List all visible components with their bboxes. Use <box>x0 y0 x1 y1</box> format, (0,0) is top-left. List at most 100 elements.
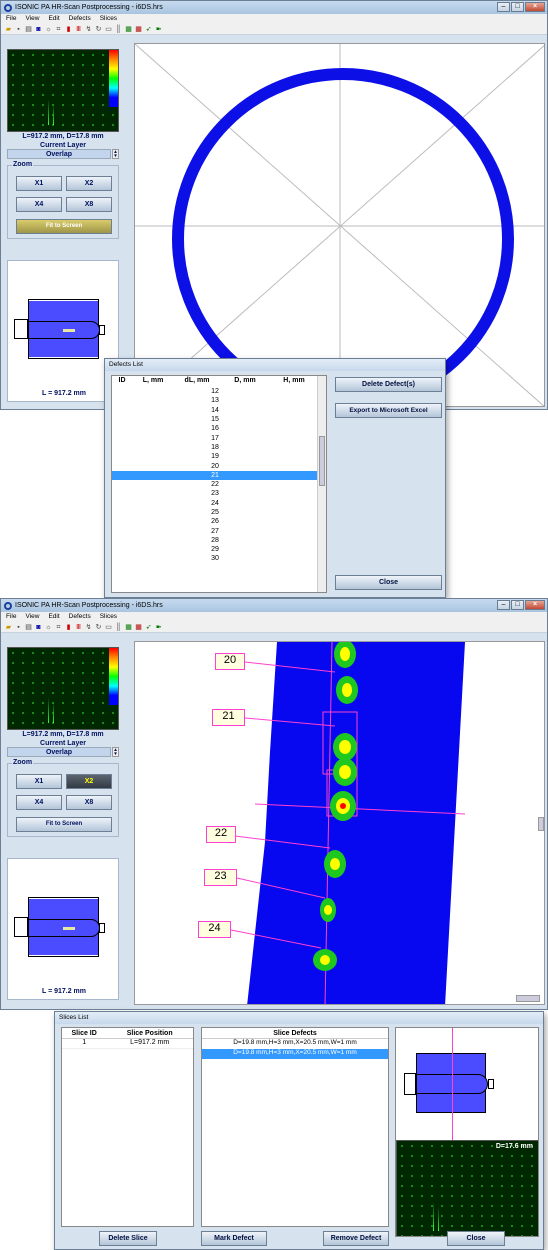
menu-slices[interactable]: Slices <box>100 14 117 24</box>
zoom-x8-button[interactable]: X8 <box>66 197 112 212</box>
maximize-button[interactable]: □ <box>511 2 524 12</box>
col-l[interactable]: L, mm <box>132 377 174 386</box>
layer-spinner[interactable]: ▴ ▾ <box>112 149 119 159</box>
print-icon[interactable]: ▤ <box>25 624 32 631</box>
measure-icon[interactable]: ↯ <box>85 26 92 33</box>
save-icon[interactable]: ▪ <box>15 26 22 33</box>
menu-file-2[interactable]: File <box>6 612 16 622</box>
delete-slice-button[interactable]: Delete Slice <box>99 1231 157 1246</box>
col-slice-position[interactable]: Slice Position <box>106 1030 193 1037</box>
defect-row[interactable]: 17770.12.818.44 <box>112 433 326 442</box>
defect-row[interactable]: 13684.44.512.87.8 <box>112 396 326 405</box>
defects-scrollbar[interactable] <box>317 376 326 592</box>
scan-scrollbar[interactable] <box>538 817 544 831</box>
palette-icon[interactable]: ▮ <box>65 624 72 631</box>
defect-row[interactable]: 19878.610.6214.8 <box>112 452 326 461</box>
defect-row[interactable]: 271088.81.77.62.6 <box>112 526 326 535</box>
close-button-2[interactable]: × <box>525 600 545 610</box>
open-icon[interactable]: ▰ <box>5 26 12 33</box>
col-dl[interactable]: dL, mm <box>174 377 220 386</box>
measure-icon[interactable]: ↯ <box>85 624 92 631</box>
defect-label-20[interactable]: 20 <box>215 653 245 670</box>
mark-defect-button[interactable]: Mark Defect <box>201 1231 267 1246</box>
gates-icon[interactable]: Ⅲ <box>75 624 82 631</box>
table-icon[interactable]: ▦ <box>135 624 142 631</box>
defect-row[interactable]: 239346.2213.4 <box>112 489 326 498</box>
grid-icon[interactable]: ▦ <box>125 26 132 33</box>
defect-row[interactable]: 22925.16.221.24.8 <box>112 480 326 489</box>
pointer-icon[interactable]: ➶ <box>145 624 152 631</box>
layer-spinner-2[interactable]: ▴ ▾ <box>112 747 119 757</box>
export-excel-button[interactable]: Export to Microsoft Excel <box>335 403 442 418</box>
grid-icon[interactable]: ▦ <box>125 624 132 631</box>
col-slice-id[interactable]: Slice ID <box>62 1030 106 1037</box>
bars-icon[interactable]: ║ <box>115 26 122 33</box>
defect-row[interactable]: 167602.217.62.2 <box>112 424 326 433</box>
menu-edit[interactable]: Edit <box>48 14 59 24</box>
current-layer-select-2[interactable]: Overlap ▴ ▾ <box>7 747 119 757</box>
menu-file[interactable]: File <box>6 14 16 24</box>
zoom-x4-button-2[interactable]: X4 <box>16 795 62 810</box>
palette-icon[interactable]: ▮ <box>65 26 72 33</box>
crop-icon[interactable]: ⌗ <box>55 624 62 631</box>
crop-icon[interactable]: ⌗ <box>55 26 62 33</box>
defect-label-23[interactable]: 23 <box>204 869 237 886</box>
frame-icon[interactable]: ▭ <box>105 624 112 631</box>
defect-row[interactable]: 291207.81.13.41.2 <box>112 545 326 554</box>
menu-defects[interactable]: Defects <box>69 14 91 24</box>
defect-label-22[interactable]: 22 <box>206 826 236 843</box>
zoom-x1-button[interactable]: X1 <box>16 176 62 191</box>
zoom-x2-button-2[interactable]: X2 <box>66 774 112 789</box>
menu-view-2[interactable]: View <box>25 612 39 622</box>
zoom-x2-button[interactable]: X2 <box>66 176 112 191</box>
maximize-button-2[interactable]: □ <box>511 600 524 610</box>
defects-close-button[interactable]: Close <box>335 575 442 590</box>
zoom-x8-button-2[interactable]: X8 <box>66 795 112 810</box>
menu-defects-2[interactable]: Defects <box>69 612 91 622</box>
defect-row[interactable]: 251052.55.68.64 <box>112 508 326 517</box>
scan-hscroll[interactable] <box>516 995 540 1002</box>
refresh-icon[interactable]: ↻ <box>95 624 102 631</box>
refresh-icon[interactable]: ↻ <box>95 26 102 33</box>
col-h[interactable]: H, mm <box>270 377 318 386</box>
bars-icon[interactable]: ║ <box>115 624 122 631</box>
forward-icon[interactable]: ➽ <box>155 26 162 33</box>
sun-icon[interactable]: ☼ <box>45 26 52 33</box>
menu-edit-2[interactable]: Edit <box>48 612 59 622</box>
defect-row[interactable]: 301218.92.84.84.2 <box>112 554 326 563</box>
slice-defect-item[interactable]: D=19.8 mm,H=3 mm,X=20.5 mm,W=1 mm <box>202 1039 388 1049</box>
fit-to-screen-button-2[interactable]: Fit to Screen <box>16 817 112 832</box>
print-icon[interactable]: ▤ <box>25 26 32 33</box>
gates-icon[interactable]: Ⅲ <box>75 26 82 33</box>
minimize-button[interactable]: – <box>497 2 510 12</box>
minimize-button-2[interactable]: – <box>497 600 510 610</box>
save-icon[interactable]: ▪ <box>15 624 22 631</box>
menu-slices-2[interactable]: Slices <box>100 612 117 622</box>
table-icon[interactable]: ▦ <box>135 26 142 33</box>
fit-to-screen-button[interactable]: Fit to Screen <box>16 219 112 234</box>
defect-row[interactable]: 14733.111.818.44.2 <box>112 406 326 415</box>
close-button[interactable]: × <box>525 2 545 12</box>
defect-row[interactable]: 21901.619.621.25.8 <box>112 470 326 480</box>
defect-label-24[interactable]: 24 <box>198 921 231 938</box>
defect-row[interactable]: 24944.13.921.24.2 <box>112 499 326 508</box>
overlap-icon[interactable]: ◙ <box>35 26 42 33</box>
overlap-icon[interactable]: ◙ <box>35 624 42 631</box>
defect-label-21[interactable]: 21 <box>212 709 245 726</box>
delete-defects-button[interactable]: Delete Defect(s) <box>335 377 442 392</box>
frame-icon[interactable]: ▭ <box>105 26 112 33</box>
defect-row[interactable]: 18779.611.218.65.2 <box>112 443 326 452</box>
current-layer-select[interactable]: Overlap ▴ ▾ <box>7 149 119 159</box>
sun-icon[interactable]: ☼ <box>45 624 52 631</box>
defect-row[interactable]: 12678.23.912.67.2 <box>112 387 326 396</box>
menu-view[interactable]: View <box>25 14 39 24</box>
slice-defect-item-selected[interactable]: D=19.8 mm,H=3 mm,X=20.5 mm,W=1 mm <box>202 1049 388 1059</box>
defect-row[interactable]: 281185.41.130.4 <box>112 536 326 545</box>
col-id[interactable]: ID <box>112 377 132 386</box>
slice-row[interactable]: 1 L=917.2 mm <box>62 1039 193 1049</box>
slices-close-button[interactable]: Close <box>447 1231 505 1246</box>
defect-row[interactable]: 261084.91.76.81 <box>112 517 326 526</box>
open-icon[interactable]: ▰ <box>5 624 12 631</box>
zoom-x1-button-2[interactable]: X1 <box>16 774 62 789</box>
pointer-icon[interactable]: ➶ <box>145 26 152 33</box>
